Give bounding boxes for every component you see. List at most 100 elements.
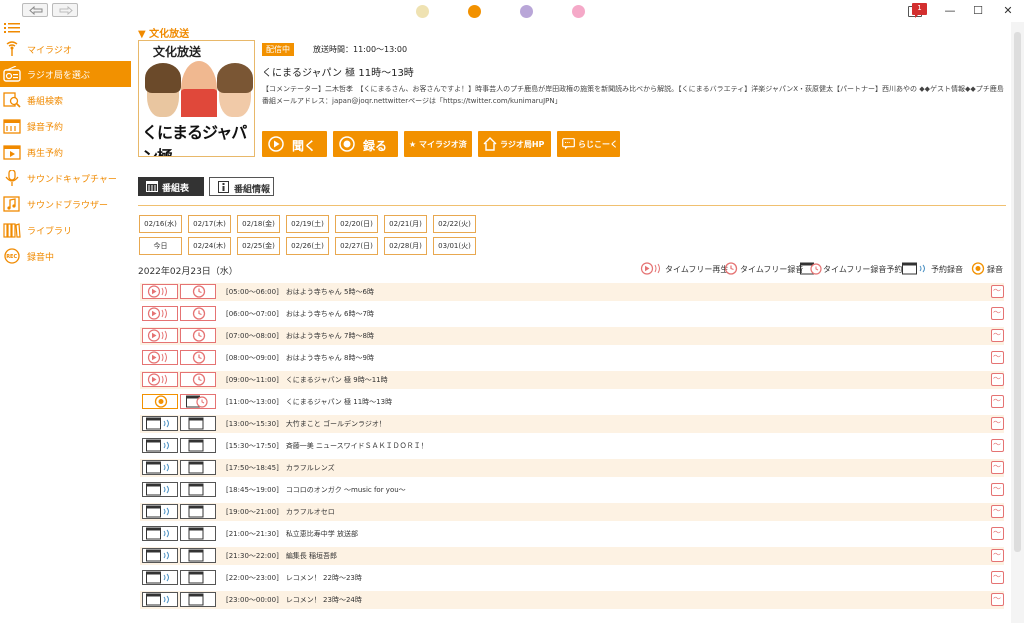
chat-bubble-icon[interactable]	[991, 527, 1004, 540]
radiko-button[interactable]: ··· らじこーく	[557, 131, 620, 157]
chat-bubble-icon[interactable]	[991, 483, 1004, 496]
scroll-thumb[interactable]	[1014, 32, 1021, 552]
timefree-record-button[interactable]	[180, 284, 216, 299]
date-button[interactable]: 02/25(金)	[237, 237, 280, 255]
reserve-record-button[interactable]	[142, 416, 178, 431]
schedule-row[interactable]: [11:00〜13:00] くにまるジャパン 極 11時〜13時	[140, 393, 1004, 411]
chat-bubble-icon[interactable]	[991, 461, 1004, 474]
date-button[interactable]: 02/28(月)	[384, 237, 427, 255]
chat-bubble-icon[interactable]	[991, 549, 1004, 562]
minimize-button[interactable]: —	[938, 2, 962, 20]
reserve-record-button[interactable]	[142, 438, 178, 453]
date-button[interactable]: 02/17(木)	[188, 215, 231, 233]
date-button[interactable]: 02/19(土)	[286, 215, 329, 233]
myradio-button[interactable]: ★ マイラジオ済	[404, 131, 472, 157]
schedule-row[interactable]: [06:00〜07:00] おはよう寺ちゃん 6時〜7時	[140, 305, 1004, 323]
reserve-record-button[interactable]	[142, 482, 178, 497]
tab-schedule[interactable]: 番組表	[138, 177, 204, 196]
theme-dot-pink[interactable]	[572, 5, 585, 18]
record-button[interactable]: 録る	[333, 131, 398, 157]
chat-bubble-icon[interactable]	[991, 439, 1004, 452]
schedule-row[interactable]: [17:50〜18:45] カラフルレンズ	[140, 459, 1004, 477]
schedule-row[interactable]: [07:00〜08:00] おはよう寺ちゃん 7時〜8時	[140, 327, 1004, 345]
reserve-button[interactable]	[180, 548, 216, 563]
listen-button[interactable]: 聞く	[262, 131, 327, 157]
reserve-record-button[interactable]	[142, 548, 178, 563]
date-button[interactable]: 02/26(土)	[286, 237, 329, 255]
reserve-record-button[interactable]	[142, 526, 178, 541]
timefree-record-button[interactable]	[180, 328, 216, 343]
back-button[interactable]	[22, 3, 48, 17]
timefree-reserve-button[interactable]	[180, 394, 216, 409]
date-button[interactable]: 02/21(月)	[384, 215, 427, 233]
timefree-play-button[interactable]	[142, 328, 178, 343]
schedule-row[interactable]: [15:30〜17:50] 斉藤一美 ニュースワイドＳＡＫＩＤＯＲＩ！	[140, 437, 1004, 455]
chat-bubble-icon[interactable]	[991, 593, 1004, 606]
reserve-button[interactable]	[180, 526, 216, 541]
theme-dot-orange[interactable]	[468, 5, 481, 18]
station-hp-button[interactable]: ラジオ局HP	[478, 131, 551, 157]
date-button[interactable]: 02/20(日)	[335, 215, 378, 233]
date-button[interactable]: 02/24(木)	[188, 237, 231, 255]
schedule-row[interactable]: [21:00〜21:30] 私立恵比寿中学 放送部	[140, 525, 1004, 543]
reserve-record-button[interactable]	[142, 570, 178, 585]
schedule-row[interactable]: [23:00〜00:00] レコメン！ 23時〜24時	[140, 591, 1004, 609]
date-button[interactable]: 03/01(火)	[433, 237, 476, 255]
reserve-button[interactable]	[180, 592, 216, 607]
timefree-record-button[interactable]	[180, 372, 216, 387]
chat-bubble-icon[interactable]	[991, 417, 1004, 430]
theme-dot-purple[interactable]	[520, 5, 533, 18]
sidebar-item-record-reserve[interactable]: 録音予約	[0, 113, 131, 139]
sidebar-item-play-reserve[interactable]: 再生予約	[0, 139, 131, 165]
sidebar-item-library[interactable]: ライブラリ	[0, 217, 131, 243]
date-button[interactable]: 02/27(日)	[335, 237, 378, 255]
station-heading[interactable]: ▼ 文化放送	[138, 25, 189, 40]
hamburger-menu-icon[interactable]	[4, 22, 20, 37]
close-button[interactable]: ✕	[996, 2, 1020, 20]
sidebar-item-search[interactable]: 番組検索	[0, 87, 131, 113]
sidebar-item-sound-capture[interactable]: サウンドキャプチャー	[0, 165, 131, 191]
date-button[interactable]: 02/18(金)	[237, 215, 280, 233]
reserve-record-button[interactable]	[142, 504, 178, 519]
timefree-play-button[interactable]	[142, 306, 178, 321]
date-button[interactable]: 02/22(火)	[433, 215, 476, 233]
chat-bubble-icon[interactable]	[991, 307, 1004, 320]
schedule-row[interactable]: [09:00〜11:00] くにまるジャパン 極 9時〜11時	[140, 371, 1004, 389]
schedule-row[interactable]: [22:00〜23:00] レコメン！ 22時〜23時	[140, 569, 1004, 587]
timefree-play-button[interactable]	[142, 284, 178, 299]
tab-program-info[interactable]: 番組情報	[209, 177, 274, 196]
chat-bubble-icon[interactable]	[991, 571, 1004, 584]
sidebar-item-myradio[interactable]: マイラジオ	[0, 36, 131, 62]
schedule-row[interactable]: [21:30〜22:00] 編集長 稲垣吾郎	[140, 547, 1004, 565]
chat-bubble-icon[interactable]	[991, 395, 1004, 408]
sidebar-item-sound-browser[interactable]: サウンドブラウザー	[0, 191, 131, 217]
sidebar-item-select-station[interactable]: ラジオ局を選ぶ	[0, 61, 131, 87]
timefree-play-button[interactable]	[142, 350, 178, 365]
schedule-row[interactable]: [05:00〜06:00] おはよう寺ちゃん 5時〜6時	[140, 283, 1004, 301]
reserve-button[interactable]	[180, 416, 216, 431]
sidebar-item-recording[interactable]: REC 録音中	[0, 243, 131, 269]
reserve-record-button[interactable]	[142, 592, 178, 607]
record-now-button[interactable]	[142, 394, 178, 409]
schedule-row[interactable]: [19:00〜21:00] カラフルオセロ	[140, 503, 1004, 521]
reserve-button[interactable]	[180, 460, 216, 475]
scrollbar[interactable]	[1011, 22, 1024, 623]
date-button[interactable]: 02/16(水)	[139, 215, 182, 233]
schedule-row[interactable]: [18:45〜19:00] ココロのオンガク 〜music for you〜	[140, 481, 1004, 499]
timefree-record-button[interactable]	[180, 350, 216, 365]
schedule-row[interactable]: [08:00〜09:00] おはよう寺ちゃん 8時〜9時	[140, 349, 1004, 367]
chat-bubble-icon[interactable]	[991, 285, 1004, 298]
forward-button[interactable]	[52, 3, 78, 17]
chat-bubble-icon[interactable]	[991, 373, 1004, 386]
reserve-button[interactable]	[180, 438, 216, 453]
chat-bubble-icon[interactable]	[991, 351, 1004, 364]
reserve-button[interactable]	[180, 504, 216, 519]
schedule-row[interactable]: [13:00〜15:30] 大竹まこと ゴールデンラジオ！	[140, 415, 1004, 433]
timefree-play-button[interactable]	[142, 372, 178, 387]
timefree-record-button[interactable]	[180, 306, 216, 321]
chat-bubble-icon[interactable]	[991, 505, 1004, 518]
reserve-record-button[interactable]	[142, 460, 178, 475]
reserve-button[interactable]	[180, 482, 216, 497]
reserve-button[interactable]	[180, 570, 216, 585]
theme-dot-cream[interactable]	[416, 5, 429, 18]
